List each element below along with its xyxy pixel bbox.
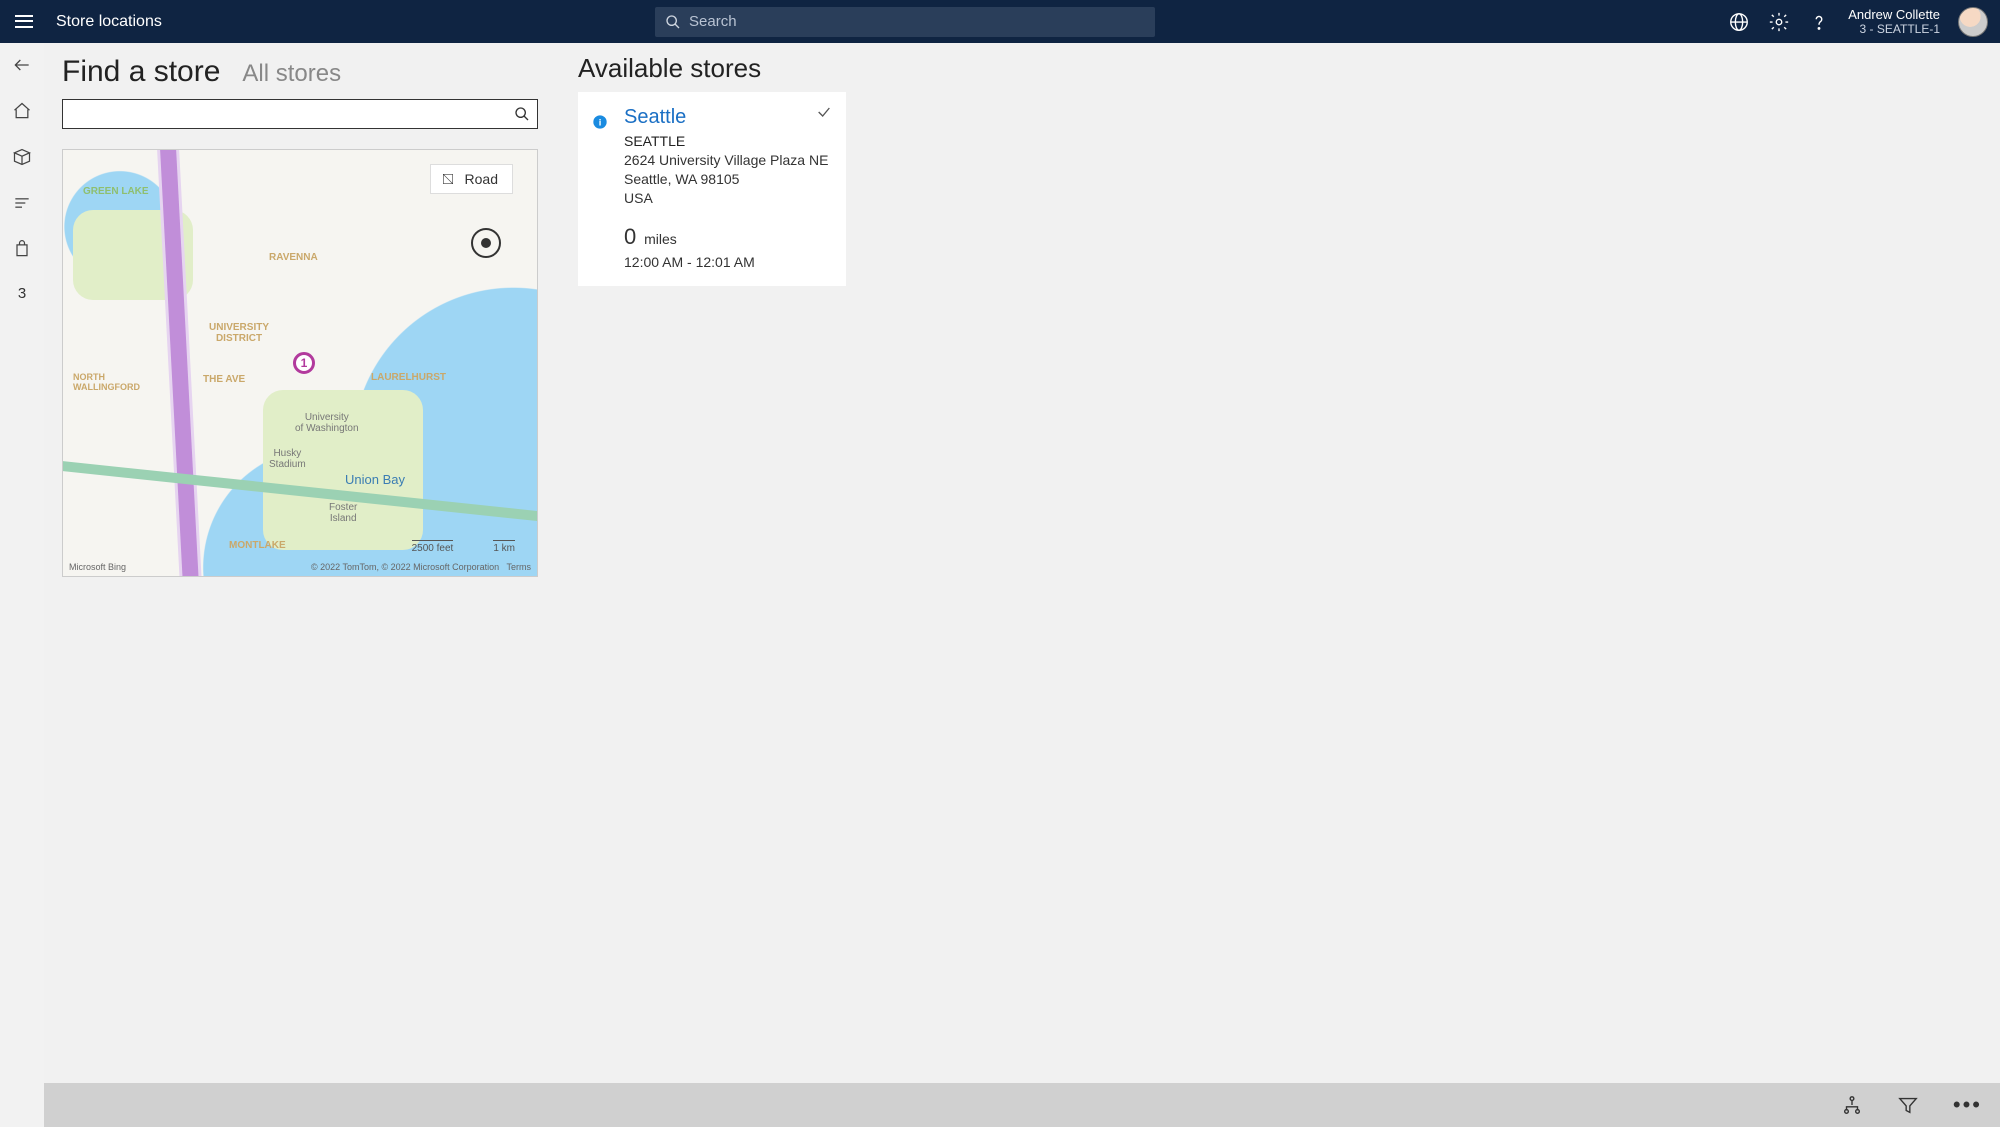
search-icon[interactable] xyxy=(514,106,530,122)
store-map[interactable]: Road 1 Union Bay UNIVERSITY DISTRICT RAV… xyxy=(62,149,538,577)
locator-layout: Road 1 Union Bay UNIVERSITY DISTRICT RAV… xyxy=(62,99,1982,577)
map-attribution: Microsoft Bing © 2022 TomTom, © 2022 Mic… xyxy=(69,562,531,572)
store-card[interactable]: i Seattle SEATTLE 2624 University Villag… xyxy=(578,92,846,286)
global-search xyxy=(655,7,1155,37)
page-subtitle[interactable]: All stores xyxy=(242,60,341,88)
store-distance: 0 miles xyxy=(624,224,830,250)
store-distance-value: 0 xyxy=(624,224,636,249)
store-address-line1: 2624 University Village Plaza NE xyxy=(624,151,830,170)
map-scale: 2500 feet 1 km xyxy=(412,540,515,554)
globe-icon[interactable] xyxy=(1728,11,1750,33)
user-sub: 3 - SEATTLE-1 xyxy=(1860,22,1940,36)
package-icon[interactable] xyxy=(12,147,32,167)
map-terms-link[interactable]: Terms xyxy=(507,562,532,572)
locate-me-icon[interactable] xyxy=(471,228,501,258)
more-icon[interactable]: ••• xyxy=(1953,1094,1982,1116)
map-pin[interactable]: 1 xyxy=(293,352,315,374)
home-icon[interactable] xyxy=(12,101,32,121)
store-search xyxy=(62,99,538,129)
store-country: USA xyxy=(624,189,830,208)
store-distance-unit: miles xyxy=(644,231,677,247)
topbar-right: Andrew Collette 3 - SEATTLE-1 xyxy=(1728,7,1988,37)
map-scale-feet: 2500 feet xyxy=(412,540,454,554)
map-label: MONTLAKE xyxy=(229,540,286,551)
check-icon xyxy=(816,104,832,120)
map-label: LAURELHURST xyxy=(371,372,446,383)
global-search-input[interactable] xyxy=(655,7,1155,37)
available-stores-heading: Available stores xyxy=(578,53,1278,84)
map-layer-label: Road xyxy=(465,171,498,187)
user-name: Andrew Collette xyxy=(1848,7,1940,23)
store-address-line2: Seattle, WA 98105 xyxy=(624,170,830,189)
avatar[interactable] xyxy=(1958,7,1988,37)
map-label: RAVENNA xyxy=(269,252,318,263)
map-label: UNIVERSITY DISTRICT xyxy=(209,322,269,344)
map-label: THE AVE xyxy=(203,374,245,385)
svg-text:i: i xyxy=(599,117,602,127)
top-bar: Store locations Andrew Collette 3 - SEAT… xyxy=(0,0,2000,43)
page-title: Find a store xyxy=(62,55,220,89)
main-content: Find a store All stores Road xyxy=(44,43,2000,1083)
map-label: NORTH WALLINGFORD xyxy=(73,372,140,392)
filter-icon[interactable] xyxy=(1897,1094,1919,1116)
hierarchy-icon[interactable] xyxy=(1841,1094,1863,1116)
rail-count-label: 3 xyxy=(18,285,26,302)
app-title: Store locations xyxy=(56,13,162,31)
map-label: Foster Island xyxy=(329,502,357,524)
store-city: SEATTLE xyxy=(624,133,830,149)
store-name[interactable]: Seattle xyxy=(624,106,830,129)
bag-icon[interactable] xyxy=(12,239,32,259)
user-block[interactable]: Andrew Collette 3 - SEATTLE-1 xyxy=(1848,7,1940,37)
hamburger-menu-icon[interactable] xyxy=(12,10,36,34)
list-icon[interactable] xyxy=(12,193,32,213)
map-pin-number: 1 xyxy=(301,356,308,370)
map-layer-chip[interactable]: Road xyxy=(430,164,513,194)
store-search-input[interactable] xyxy=(62,99,538,129)
help-icon[interactable] xyxy=(1808,11,1830,33)
map-scale-km: 1 km xyxy=(493,540,515,554)
left-rail: 3 xyxy=(0,43,44,1127)
search-map-column: Road 1 Union Bay UNIVERSITY DISTRICT RAV… xyxy=(62,99,538,577)
gear-icon[interactable] xyxy=(1768,11,1790,33)
map-provider-logo: Microsoft Bing xyxy=(69,562,126,572)
map-copyright: © 2022 TomTom, © 2022 Microsoft Corporat… xyxy=(311,562,499,572)
available-stores-column: Available stores i Seattle SEATTLE 2624 … xyxy=(578,99,1278,577)
map-label: Husky Stadium xyxy=(269,448,306,470)
back-arrow-icon[interactable] xyxy=(12,55,32,75)
info-icon: i xyxy=(592,114,608,130)
store-hours: 12:00 AM - 12:01 AM xyxy=(624,254,830,270)
layers-icon xyxy=(441,172,455,186)
map-label: University of Washington xyxy=(295,412,359,434)
map-label: Union Bay xyxy=(345,472,405,487)
search-icon xyxy=(665,14,681,30)
map-label: GREEN LAKE xyxy=(83,186,149,197)
bottom-bar: ••• xyxy=(44,1083,2000,1127)
